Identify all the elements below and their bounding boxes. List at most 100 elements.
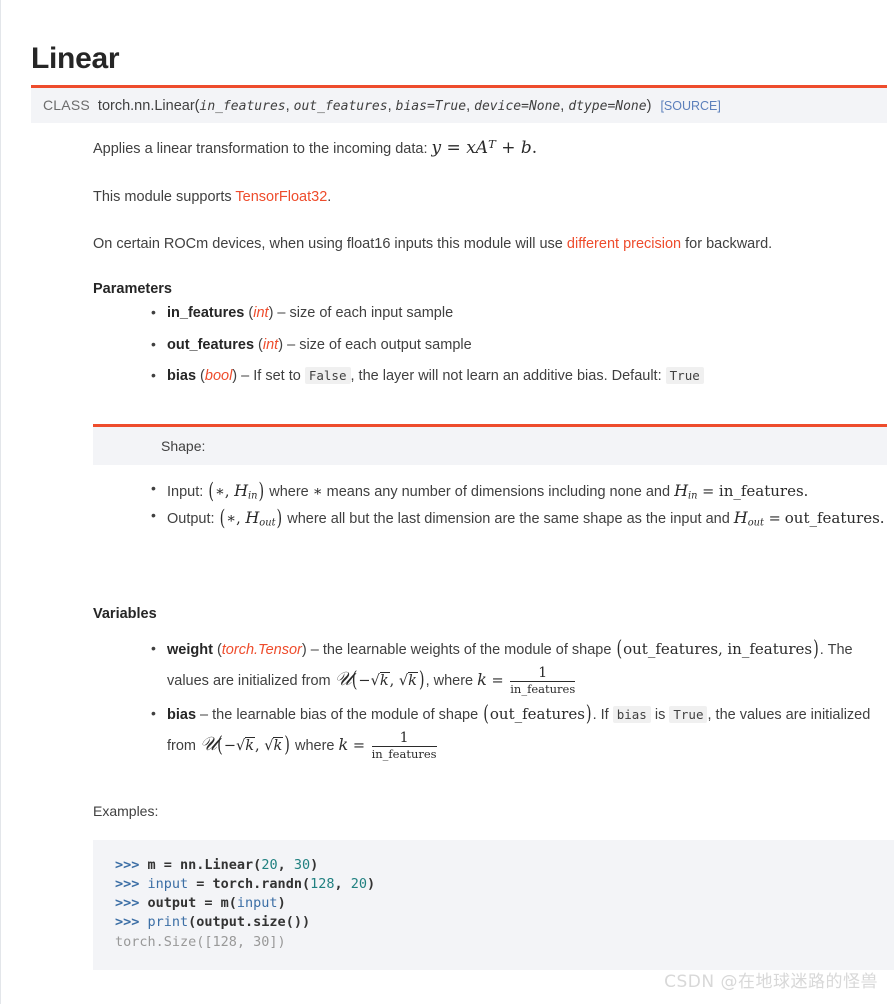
- signature-param-out-features: out_features: [293, 99, 388, 114]
- parameter-description-part1: If set to: [253, 368, 305, 385]
- tensorfloat32-link[interactable]: TensorFloat32: [235, 189, 327, 205]
- description-line-3-suffix: for backward.: [681, 235, 773, 252]
- variable-desc-5: where: [290, 738, 339, 754]
- repl-prompt: >>>: [115, 857, 148, 873]
- description-line-2: This module supports TensorFloat32.: [93, 187, 893, 208]
- parameter-type: int: [262, 336, 279, 353]
- asterisk-symbol: ∗: [312, 484, 323, 500]
- code-line-2-arg2: 20: [350, 876, 367, 893]
- parameter-name: bias: [167, 368, 197, 385]
- parameter-dash: –: [237, 368, 254, 385]
- code-line-4-print: print: [147, 914, 189, 931]
- literal-false: False: [304, 367, 351, 385]
- description-line-2-suffix: .: [327, 188, 332, 205]
- literal-true: True: [665, 367, 704, 385]
- fraction-denominator: in_features: [510, 681, 576, 697]
- parameter-item-in-features: in_features (int) – size of each input s…: [151, 302, 893, 325]
- class-qualified-name: torch.nn.Linear: [97, 98, 195, 114]
- repl-prompt: >>>: [115, 876, 148, 893]
- formula-bias-k: k = 1 in_features: [338, 729, 437, 761]
- parameter-dash: –: [273, 304, 290, 321]
- formula-input-shape: (∗, Hin): [208, 479, 265, 504]
- shape-item-input: Input: (∗, Hin) where ∗ means any number…: [151, 478, 887, 504]
- description-line-2-prefix: This module supports: [93, 188, 236, 205]
- signature-param-in-features: in_features: [199, 99, 286, 114]
- shape-input-label: Input:: [167, 484, 208, 500]
- source-link[interactable]: [SOURCE]: [660, 99, 720, 113]
- shape-heading: Shape:: [93, 424, 887, 465]
- signature-param-bias: bias=True: [395, 99, 467, 114]
- variable-desc-2: . If: [592, 706, 613, 723]
- signature-sep-1: ,: [285, 98, 294, 114]
- fraction-denominator: in_features: [371, 745, 437, 761]
- shape-list: Input: (∗, Hin) where ∗ means any number…: [93, 478, 887, 531]
- variable-dash: –: [306, 642, 323, 658]
- class-keyword-label: CLASS: [43, 97, 90, 113]
- examples-label: Examples:: [93, 803, 159, 819]
- parameter-description: size of each output sample: [299, 336, 472, 353]
- signature-sep-3: ,: [466, 98, 475, 114]
- variable-item-weight: weight (torch.Tensor) – the learnable we…: [151, 636, 893, 697]
- variable-desc-3: is: [650, 706, 670, 723]
- signature-sep-2: ,: [387, 98, 396, 114]
- shape-output-label: Output:: [167, 510, 219, 527]
- parameter-name: in_features: [167, 304, 245, 321]
- class-signature-box: CLASS torch.nn.Linear(in_features, out_fe…: [31, 85, 887, 123]
- variable-desc-1: the learnable bias of the module of shap…: [212, 706, 483, 723]
- variable-desc-1: the learnable weights of the module of s…: [322, 642, 616, 658]
- variable-name: bias: [167, 706, 197, 723]
- repl-prompt: >>>: [115, 914, 148, 931]
- formula-weight-k: k = 1 in_features: [477, 665, 576, 697]
- parameter-description: size of each input sample: [289, 304, 454, 321]
- parameter-type: int: [253, 304, 269, 321]
- variables-heading: Variables: [93, 606, 157, 622]
- shape-section: Shape: Input: (∗, Hin) where ∗ means any…: [93, 424, 887, 533]
- description-line-3-prefix: On certain ROCm devices, when using floa…: [93, 235, 567, 252]
- variable-item-bias: bias – the learnable bias of the module …: [151, 701, 893, 762]
- variable-name: weight: [167, 642, 213, 658]
- parameters-list: in_features (int) – size of each input s…: [93, 302, 893, 388]
- literal-true: True: [669, 705, 708, 723]
- csdn-watermark: CSDN @在地球迷路的怪兽: [664, 972, 878, 992]
- fraction-numerator: 1: [399, 729, 409, 746]
- parameter-item-bias: bias (bool) – If set to False, the layer…: [151, 365, 893, 388]
- formula-hin-equals: Hin = in_features.: [674, 481, 809, 502]
- code-line-2-arg1: 128: [310, 876, 335, 893]
- formula-bias-uniform: 𝒰(−√k, √k): [200, 733, 290, 758]
- description-line-1-text: Applies a linear transformation to the i…: [93, 141, 432, 158]
- formula-output-shape: (∗, Hout): [219, 506, 283, 531]
- documentation-body: Applies a linear transformation to the i…: [93, 136, 893, 398]
- variable-desc-3: , where: [425, 673, 478, 690]
- formula-out-features: out_features.: [784, 508, 885, 527]
- code-line-2-input: input: [147, 876, 189, 893]
- description-line-1: Applies a linear transformation to the i…: [93, 136, 893, 161]
- different-precision-link[interactable]: different precision: [567, 236, 681, 252]
- code-line-3-output: output = m(: [147, 895, 237, 912]
- formula-weight-shape: (out_features, in_features): [616, 637, 819, 662]
- signature-close-paren: ): [646, 98, 652, 114]
- formula-weight-uniform: 𝒰(−√k, √k): [334, 668, 425, 694]
- parameter-type: bool: [204, 368, 233, 385]
- documentation-page: Linear CLASS torch.nn.Linear(in_features,…: [0, 0, 894, 1004]
- page-title: Linear: [31, 42, 120, 76]
- formula-hout-equals: Hout =: [733, 507, 781, 529]
- shape-item-output: Output: (∗, Hout) where all but the last…: [151, 505, 887, 531]
- code-line-1-arg1: 20: [261, 857, 278, 873]
- repl-prompt: >>>: [115, 895, 148, 912]
- formula-linear-transform: y = xAT + b.: [431, 137, 538, 159]
- fraction-numerator: 1: [538, 665, 548, 682]
- variable-type: torch.Tensor: [221, 642, 302, 658]
- parameter-description-part2: , the layer will not learn an additive b…: [350, 368, 666, 385]
- parameter-item-out-features: out_features (int) – size of each output…: [151, 334, 893, 357]
- description-line-3: On certain ROCm devices, when using floa…: [93, 234, 893, 255]
- example-code-block[interactable]: >>> m = nn.Linear(20, 30) >>> input = to…: [93, 840, 894, 970]
- variable-dash: –: [196, 706, 213, 723]
- variables-list: weight (torch.Tensor) – the learnable we…: [93, 636, 893, 761]
- signature-param-dtype: dtype=None: [568, 99, 647, 114]
- code-line-1-var: m = nn.Linear(: [147, 857, 262, 873]
- literal-bias: bias: [612, 705, 651, 723]
- parameter-name: out_features: [167, 336, 255, 353]
- code-output-line: torch.Size([128, 30]): [115, 933, 286, 950]
- formula-bias-shape: (out_features): [483, 702, 592, 727]
- parameters-heading: Parameters: [93, 280, 172, 297]
